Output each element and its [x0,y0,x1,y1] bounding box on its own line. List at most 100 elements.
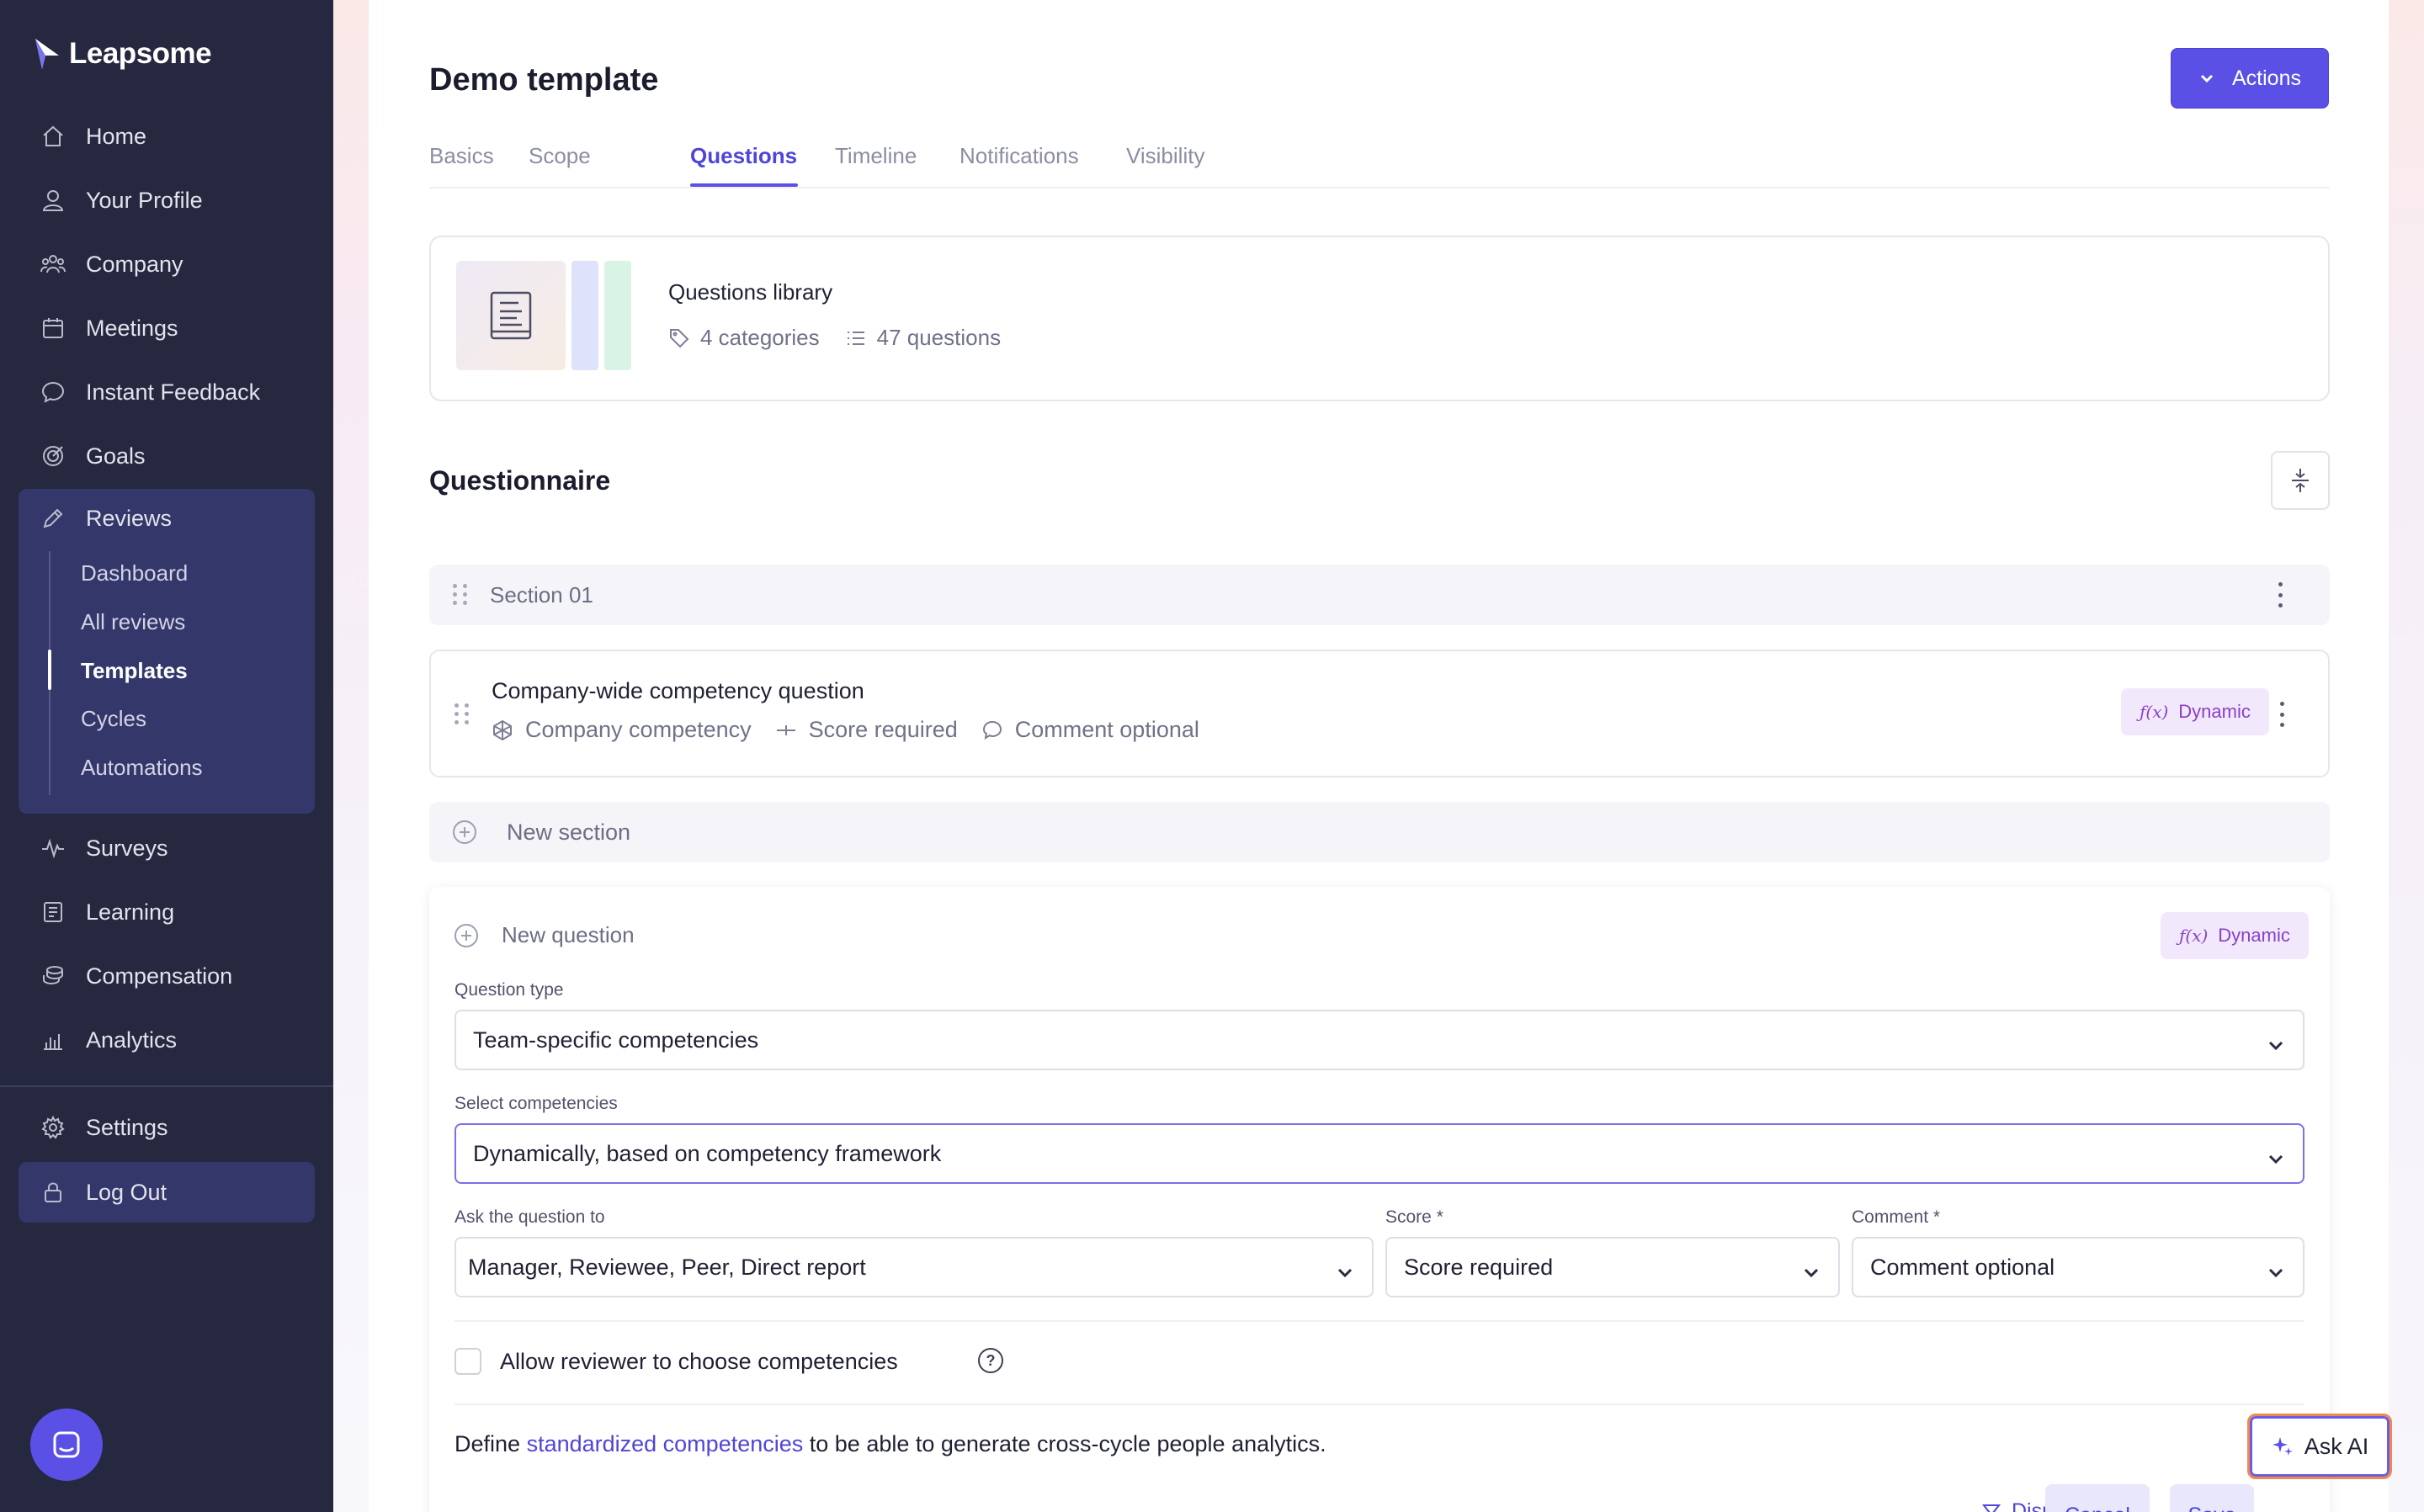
coins-icon [40,963,66,989]
support-chat-button[interactable] [30,1409,103,1481]
tab-questions[interactable]: Questions [690,143,797,169]
section-title: Section 01 [490,582,593,607]
new-section-label: New section [507,820,631,845]
score-label: Score * [1385,1207,1443,1227]
chat-bubble-icon [40,379,66,405]
sidebar-item-learning[interactable]: Learning [19,888,315,936]
question-type-label: Question type [454,980,564,1000]
ask-ai-button[interactable]: Ask AI [2247,1414,2392,1479]
active-sub-indicator [48,650,51,690]
dynamic-badge[interactable]: ƒ(x) Dynamic [2121,688,2269,735]
book-icon [40,899,66,925]
section-header[interactable]: Section 01 [429,565,2330,625]
questions-library-card[interactable]: Questions library 4 categories 47 questi… [429,236,2330,401]
user-icon [40,188,66,213]
sidebar-item-settings[interactable]: Settings [19,1103,315,1152]
sidebar-item-surveys[interactable]: Surveys [19,824,315,873]
standardized-competencies-hint: Define standardized competencies to be a… [454,1431,1326,1456]
standardized-competencies-link[interactable]: standardized competencies [527,1431,804,1456]
sidebar-item-label: Analytics [86,1027,178,1053]
select-competencies-select[interactable]: Dynamically, based on competency framewo… [454,1123,2304,1184]
sidebar-item-label: Settings [86,1114,168,1140]
sidebar-sub-dashboard[interactable]: Dashboard [81,560,188,586]
drag-handle-icon[interactable] [454,703,470,725]
comment-icon [982,720,1002,740]
sidebar-item-log-out[interactable]: Log Out [19,1168,315,1217]
chevron-down-icon [1337,1260,1353,1278]
people-icon [40,252,66,277]
leapsome-logo-icon [35,39,59,69]
new-question-editor: New question ƒ(x) Dynamic Question type … [429,887,2330,1512]
score-select[interactable]: Score required [1385,1237,1840,1297]
sidebar-item-goals[interactable]: Goals [19,432,315,480]
chart-icon [40,1027,66,1053]
sidebar-item-label: Surveys [86,835,168,861]
question-score: Score required [775,717,958,743]
slider-icon [776,724,795,735]
sidebar-item-reviews[interactable]: Reviews [19,494,315,543]
actions-label: Actions [2232,66,2301,90]
pencil-icon [40,506,66,531]
list-icon [847,331,864,345]
sparkle-icon [2272,1437,2293,1456]
page-title: Demo template [429,62,659,98]
active-tab-indicator [690,183,798,187]
question-card[interactable]: Company-wide competency question Company… [429,650,2330,777]
comment-select[interactable]: Comment optional [1852,1237,2304,1297]
sidebar-item-compensation[interactable]: Compensation [19,952,315,1000]
calendar-icon [40,316,66,341]
sidebar-item-label: Learning [86,899,175,925]
library-title: Questions library [668,279,833,305]
question-more-icon[interactable] [2276,702,2288,727]
allow-choose-checkbox[interactable] [454,1348,481,1375]
drag-handle-icon[interactable] [453,584,468,606]
library-thumbnail-stack [571,261,598,370]
dynamic-badge[interactable]: ƒ(x) Dynamic [2161,912,2309,959]
library-questions-count: 47 questions [845,325,1001,351]
sidebar-item-analytics[interactable]: Analytics [19,1016,315,1064]
collapse-all-button[interactable] [2271,451,2330,510]
allow-choose-label: Allow reviewer to choose competencies [500,1349,898,1374]
chevron-down-icon [2267,1033,2284,1051]
actions-button[interactable]: Actions [2171,48,2329,109]
select-competencies-label: Select competencies [454,1094,618,1113]
cancel-button[interactable]: Cancel [2045,1484,2150,1512]
background-gradient-left [333,0,369,1512]
sidebar-item-label: Instant Feedback [86,379,261,405]
tab-timeline[interactable]: Timeline [835,143,917,169]
library-meta: 4 categories 47 questions [668,325,1001,351]
tab-notifications[interactable]: Notifications [960,143,1079,169]
question-type-select[interactable]: Team-specific competencies [454,1010,2304,1070]
tab-visibility[interactable]: Visibility [1126,143,1204,169]
sidebar-item-home[interactable]: Home [19,112,315,161]
sidebar-sub-all-reviews[interactable]: All reviews [81,609,185,635]
brand-logo[interactable]: Leapsome [34,37,212,71]
target-icon [40,443,66,469]
sidebar-sub-automations[interactable]: Automations [81,755,203,781]
competency-icon [493,719,512,740]
sidebar-item-your-profile[interactable]: Your Profile [19,176,315,225]
tab-scope[interactable]: Scope [529,143,591,169]
save-button[interactable]: Save [2170,1484,2254,1512]
chevron-down-icon [2267,1260,2284,1278]
library-thumbnail [456,261,566,370]
plus-circle-icon [454,924,478,947]
ask-question-label: Ask the question to [454,1207,605,1227]
document-icon [490,291,532,340]
sidebar-item-meetings[interactable]: Meetings [19,304,315,353]
sidebar-sub-templates[interactable]: Templates [81,658,188,684]
function-icon: ƒ(x) [2179,926,2209,946]
sidebar-item-company[interactable]: Company [19,240,315,289]
main-content: Demo template Actions Basics Scope Quest… [369,0,2389,1512]
ask-question-select[interactable]: Manager, Reviewee, Peer, Direct report [454,1237,1374,1297]
tab-basics[interactable]: Basics [429,143,494,169]
new-section-button[interactable]: New section [429,802,2330,862]
brand-name: Leapsome [69,37,212,70]
sidebar-sub-cycles[interactable]: Cycles [81,706,146,732]
sidebar-item-instant-feedback[interactable]: Instant Feedback [19,368,315,416]
tag-icon [670,328,689,347]
sidebar-divider [0,1085,333,1087]
question-title: Company-wide competency question [492,678,864,703]
help-circle-icon[interactable]: ? [978,1348,1003,1373]
section-more-icon[interactable] [2274,582,2286,607]
